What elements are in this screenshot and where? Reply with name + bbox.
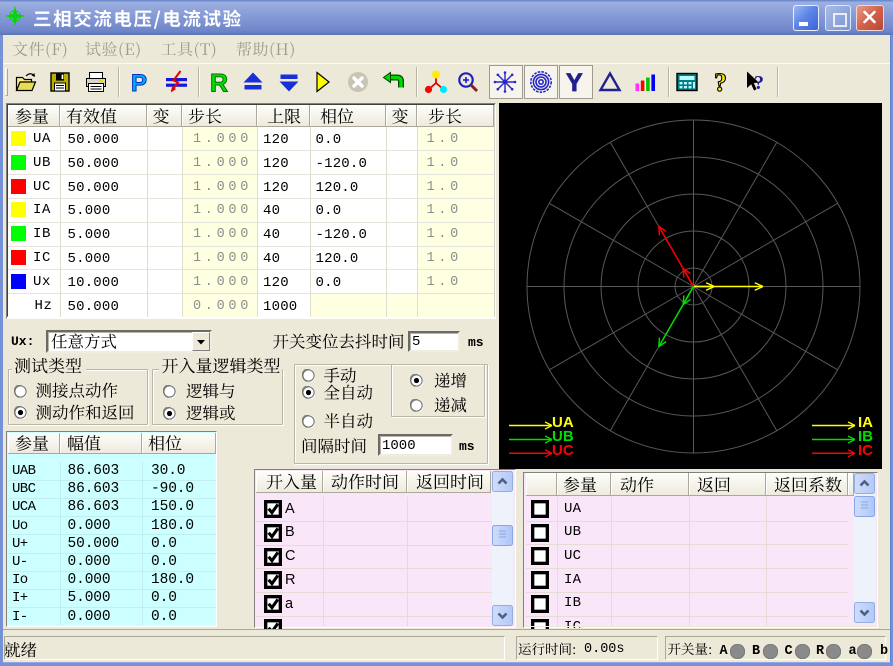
- svg-text:?: ?: [754, 72, 764, 94]
- svg-text:?: ?: [714, 70, 727, 94]
- svg-text:R: R: [210, 70, 228, 94]
- svg-text:P: P: [131, 70, 147, 94]
- svg-text:Y: Y: [566, 70, 583, 94]
